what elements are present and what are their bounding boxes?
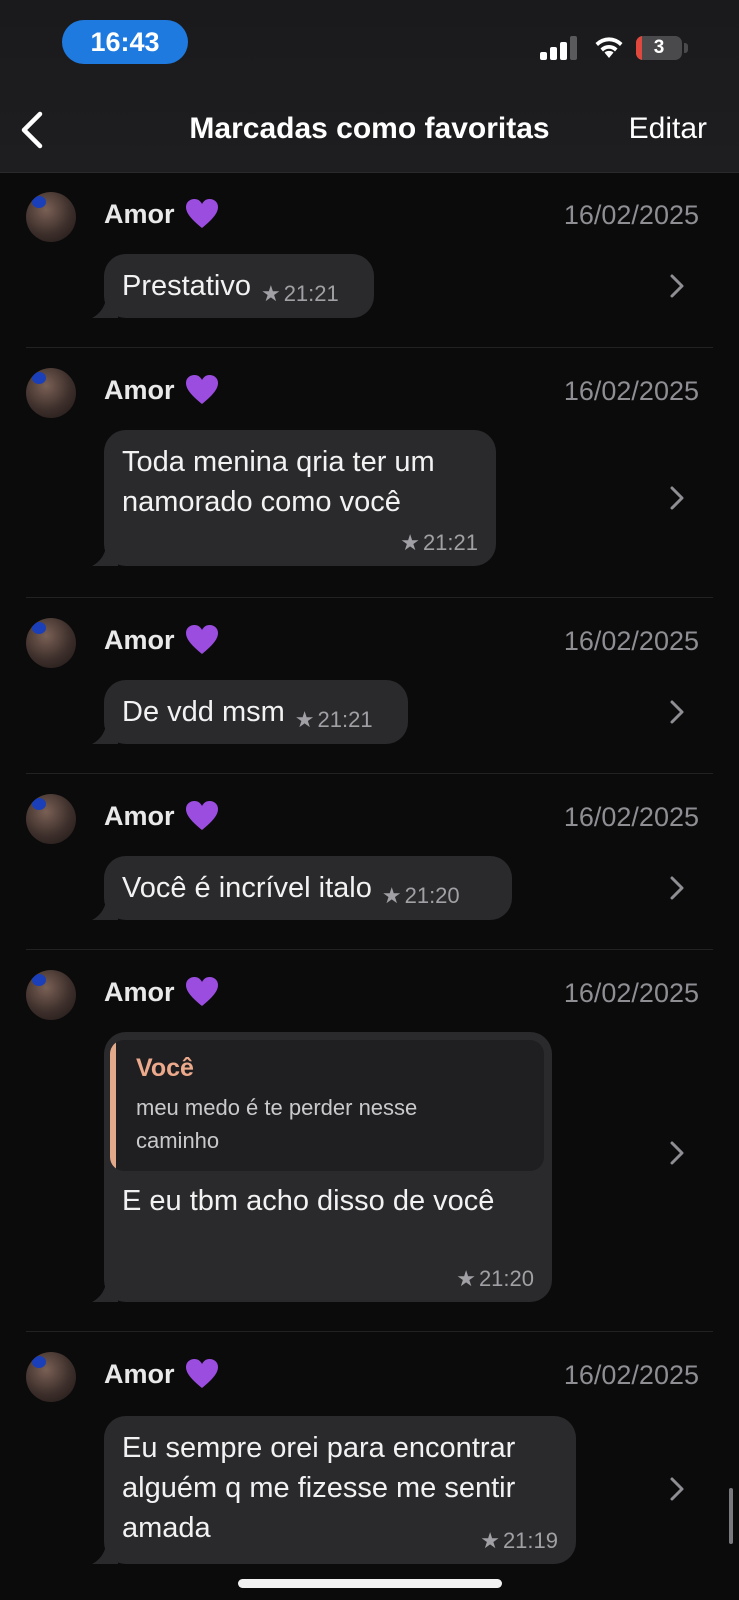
purple-heart-icon	[185, 977, 218, 1006]
message-text: E eu tbm acho disso de você	[122, 1185, 495, 1217]
message-date: 16/02/2025	[563, 1360, 699, 1390]
battery-level: 3	[653, 37, 665, 58]
message-meta: ★ 21:21	[400, 530, 478, 556]
purple-heart-icon	[185, 1359, 218, 1388]
sender-name: Amor	[104, 374, 175, 405]
message-bubble[interactable]: Você meu medo é te perder nesse caminho …	[92, 1032, 552, 1302]
purple-heart-icon	[185, 801, 218, 830]
bubble-tail	[92, 1280, 118, 1302]
avatar[interactable]	[26, 1352, 76, 1402]
quote-accent-bar	[110, 1040, 116, 1171]
sender-name-row: Amor	[104, 198, 219, 230]
message-date: 16/02/2025	[563, 200, 699, 230]
purple-heart-icon	[185, 375, 218, 404]
back-chevron-icon[interactable]	[14, 108, 50, 152]
message-date: 16/02/2025	[563, 626, 699, 656]
list-item[interactable]: Amor 16/02/2025 Você meu medo é te perde…	[0, 950, 739, 1332]
navigation-header: 16:43 3 Marcadas como favoritas Editar	[0, 0, 739, 173]
battery-icon: 3	[636, 36, 682, 60]
message-meta: ★ 21:21	[295, 707, 373, 733]
sender-name: Amor	[104, 198, 175, 229]
avatar[interactable]	[26, 794, 76, 844]
message-date: 16/02/2025	[563, 376, 699, 406]
message-text: Prestativo	[122, 270, 251, 302]
cellular-signal-icon	[540, 36, 580, 60]
bubble-tail	[92, 544, 118, 566]
message-text: Você é incrível italo	[122, 872, 372, 904]
message-text: De vdd msm	[122, 696, 285, 728]
sender-name-row: Amor	[104, 624, 219, 656]
message-bubble[interactable]: Você é incrível italo ★ 21:20	[92, 856, 512, 920]
message-time: 21:21	[422, 530, 478, 555]
list-item[interactable]: Amor 16/02/2025 Eu sempre orei para enco…	[0, 1332, 739, 1600]
message-text: Toda menina qria ter um namorado como vo…	[122, 446, 435, 518]
avatar[interactable]	[26, 618, 76, 668]
star-icon: ★	[480, 1528, 500, 1553]
message-time: 21:20	[478, 1266, 534, 1291]
quoted-reply[interactable]: Você meu medo é te perder nesse caminho	[110, 1040, 544, 1171]
avatar[interactable]	[26, 970, 76, 1020]
message-bubble[interactable]: Eu sempre orei para encontrar alguém q m…	[92, 1416, 576, 1564]
star-icon: ★	[260, 281, 281, 306]
quote-text: meu medo é te perder nesse caminho	[136, 1095, 418, 1153]
chevron-right-icon[interactable]	[669, 875, 685, 901]
purple-heart-icon	[185, 199, 218, 228]
message-time: 21:21	[317, 707, 373, 732]
sender-name-row: Amor	[104, 1358, 219, 1390]
chevron-right-icon[interactable]	[669, 485, 685, 511]
chevron-right-icon[interactable]	[669, 1476, 685, 1502]
purple-heart-icon	[185, 625, 218, 654]
list-item[interactable]: Amor 16/02/2025 Toda menina qria ter um …	[0, 348, 739, 598]
star-icon: ★	[400, 530, 420, 555]
sender-name-row: Amor	[104, 976, 219, 1008]
avatar[interactable]	[26, 192, 76, 242]
message-time: 21:21	[283, 281, 339, 306]
wifi-icon	[595, 37, 623, 58]
star-icon: ★	[456, 1266, 476, 1291]
sender-name-row: Amor	[104, 800, 219, 832]
message-meta: ★ 21:19	[480, 1528, 558, 1554]
message-time: 21:19	[502, 1528, 558, 1553]
chevron-right-icon[interactable]	[669, 273, 685, 299]
star-icon: ★	[381, 883, 402, 908]
message-bubble[interactable]: Prestativo ★ 21:21	[92, 254, 374, 318]
battery-cap	[684, 43, 688, 53]
chevron-right-icon[interactable]	[669, 699, 685, 725]
sender-name: Amor	[104, 976, 175, 1007]
sender-name: Amor	[104, 1358, 175, 1389]
bubble-tail	[92, 1542, 118, 1564]
list-item[interactable]: Amor 16/02/2025 Prestativo ★ 21:21	[0, 172, 739, 348]
bubble-tail	[92, 722, 118, 744]
quote-author: Você	[136, 1054, 194, 1082]
sender-name: Amor	[104, 624, 175, 655]
bubble-tail	[92, 898, 118, 920]
status-time[interactable]: 16:43	[62, 20, 188, 64]
message-bubble[interactable]: Toda menina qria ter um namorado como vo…	[92, 430, 496, 566]
message-meta: ★ 21:21	[261, 281, 339, 307]
message-bubble[interactable]: De vdd msm ★ 21:21	[92, 680, 408, 744]
avatar[interactable]	[26, 368, 76, 418]
sender-name: Amor	[104, 800, 175, 831]
message-meta: ★ 21:20	[456, 1266, 534, 1292]
edit-button[interactable]: Editar	[629, 112, 707, 146]
message-date: 16/02/2025	[563, 802, 699, 832]
chevron-right-icon[interactable]	[669, 1140, 685, 1166]
star-icon: ★	[294, 707, 315, 732]
scrollbar[interactable]	[729, 1488, 733, 1544]
message-meta: ★ 21:20	[382, 883, 460, 909]
message-date: 16/02/2025	[563, 978, 699, 1008]
bubble-tail	[92, 296, 118, 318]
sender-name-row: Amor	[104, 374, 219, 406]
home-indicator[interactable]	[238, 1579, 502, 1588]
list-item[interactable]: Amor 16/02/2025 Você é incrível italo ★ 21…	[0, 774, 739, 950]
list-item[interactable]: Amor 16/02/2025 De vdd msm ★ 21:21	[0, 598, 739, 774]
message-time: 21:20	[404, 883, 460, 908]
